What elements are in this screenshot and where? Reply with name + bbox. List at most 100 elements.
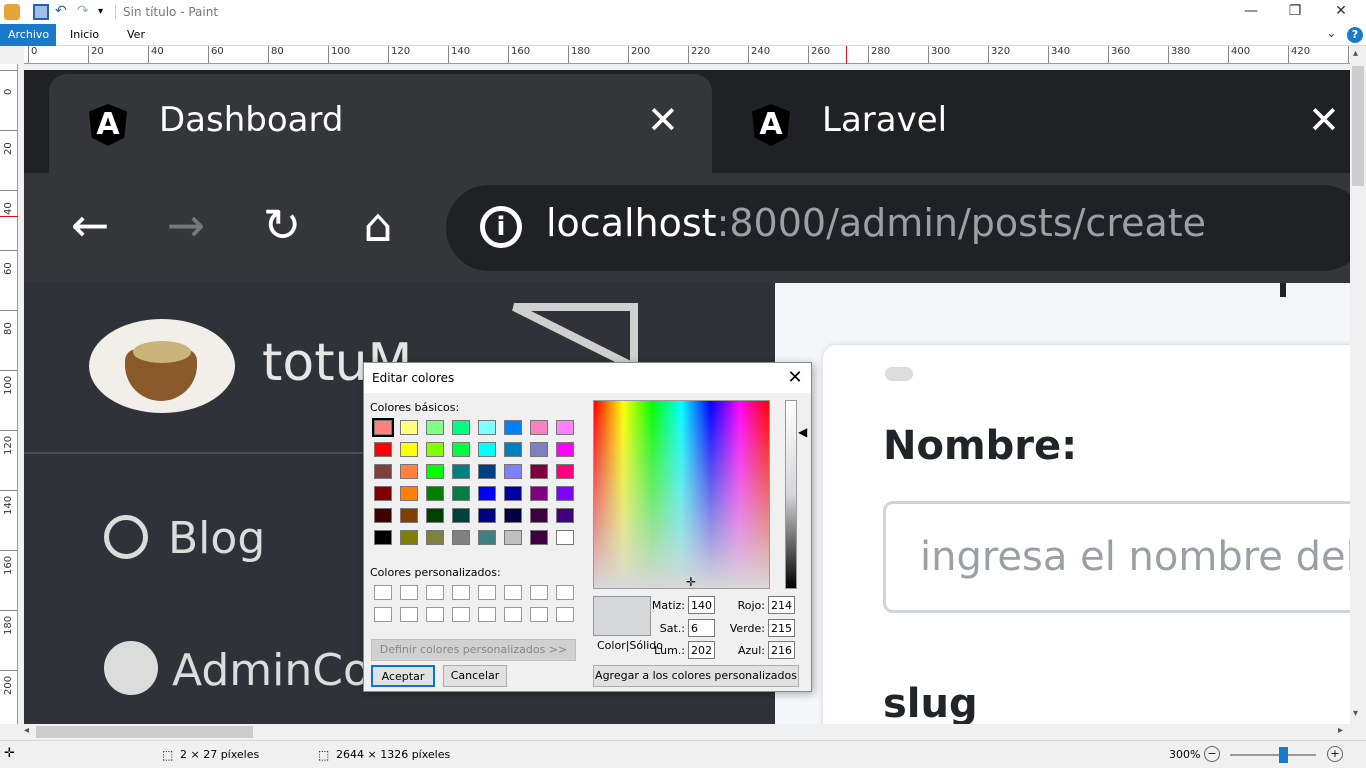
basic-color-swatch[interactable] — [530, 464, 548, 479]
basic-color-swatch[interactable] — [556, 530, 574, 545]
basic-color-swatch[interactable] — [504, 420, 522, 435]
basic-color-swatch[interactable] — [504, 442, 522, 457]
basic-color-swatch[interactable] — [400, 530, 418, 545]
maximize-button[interactable]: ❐ — [1272, 0, 1318, 24]
address-bar[interactable]: i localhost:8000/admin/posts/create — [446, 185, 1350, 271]
basic-color-swatch[interactable] — [400, 442, 418, 457]
define-custom-colors-button[interactable]: Definir colores personalizados >> — [371, 639, 576, 661]
zoom-in-button[interactable]: + — [1327, 746, 1343, 762]
custom-color-slot[interactable] — [530, 607, 548, 622]
horizontal-scrollbar[interactable]: ◂ ▸ — [24, 724, 1350, 740]
basic-color-swatch[interactable] — [452, 442, 470, 457]
horizontal-scroll-thumb[interactable] — [36, 726, 253, 738]
basic-color-swatch[interactable] — [374, 442, 392, 457]
basic-color-swatch[interactable] — [530, 442, 548, 457]
accept-button[interactable]: Aceptar — [371, 665, 435, 687]
basic-color-swatch[interactable] — [374, 486, 392, 501]
tab-archivo[interactable]: Archivo — [0, 24, 56, 46]
vertical-scrollbar[interactable]: ▴ ▾ — [1350, 46, 1366, 724]
basic-color-swatch[interactable] — [426, 508, 444, 523]
zoom-slider-track[interactable] — [1230, 754, 1316, 756]
customize-quick-access-icon[interactable]: ▾ — [98, 4, 114, 20]
add-custom-color-button[interactable]: Agregar a los colores personalizados — [593, 665, 799, 687]
scroll-up-icon[interactable]: ▴ — [1353, 48, 1358, 59]
green-input[interactable]: 215 — [768, 619, 795, 637]
custom-color-slot[interactable] — [556, 607, 574, 622]
basic-color-swatch[interactable] — [478, 464, 496, 479]
close-tab-icon[interactable]: ✕ — [647, 98, 679, 142]
basic-color-swatch[interactable] — [426, 486, 444, 501]
hue-input[interactable]: 140 — [688, 596, 715, 614]
basic-color-swatch[interactable] — [374, 508, 392, 523]
collapse-ribbon-icon[interactable]: ⌄ — [1326, 26, 1337, 41]
basic-color-swatch[interactable] — [452, 508, 470, 523]
scroll-left-icon[interactable]: ◂ — [24, 725, 29, 736]
home-icon[interactable]: ⌂ — [348, 198, 408, 252]
color-spectrum[interactable]: ✛ — [593, 400, 770, 589]
blue-input[interactable]: 216 — [768, 641, 795, 659]
custom-color-slot[interactable] — [374, 585, 392, 600]
custom-color-slot[interactable] — [426, 585, 444, 600]
custom-color-slot[interactable] — [400, 607, 418, 622]
basic-color-swatch[interactable] — [504, 508, 522, 523]
custom-color-slot[interactable] — [504, 585, 522, 600]
basic-color-swatch[interactable] — [530, 420, 548, 435]
cancel-button[interactable]: Cancelar — [443, 665, 507, 687]
close-tab-icon[interactable]: ✕ — [1308, 98, 1340, 142]
vertical-scroll-thumb[interactable] — [1352, 66, 1364, 186]
basic-color-swatch[interactable] — [478, 530, 496, 545]
basic-color-swatch[interactable] — [374, 464, 392, 479]
basic-color-swatch[interactable] — [478, 508, 496, 523]
redo-icon[interactable]: ↷ — [77, 4, 93, 20]
basic-color-swatch[interactable] — [452, 464, 470, 479]
basic-color-swatch[interactable] — [478, 420, 496, 435]
custom-color-slot[interactable] — [426, 607, 444, 622]
basic-color-swatch[interactable] — [452, 530, 470, 545]
back-icon[interactable]: ← — [60, 198, 120, 252]
minimize-button[interactable]: — — [1228, 0, 1274, 24]
basic-color-swatch[interactable] — [504, 530, 522, 545]
basic-color-swatch[interactable] — [504, 464, 522, 479]
basic-color-swatch[interactable] — [426, 420, 444, 435]
lum-input[interactable]: 202 — [688, 641, 715, 659]
custom-color-slot[interactable] — [400, 585, 418, 600]
sat-input[interactable]: 6 — [688, 619, 715, 637]
basic-color-swatch[interactable] — [504, 486, 522, 501]
basic-color-swatch[interactable] — [452, 420, 470, 435]
basic-color-swatch[interactable] — [426, 442, 444, 457]
zoom-slider-thumb[interactable] — [1279, 747, 1288, 763]
basic-color-swatch[interactable] — [400, 508, 418, 523]
basic-color-swatch[interactable] — [400, 486, 418, 501]
luminosity-slider[interactable] — [785, 400, 797, 589]
help-icon[interactable]: ? — [1347, 27, 1363, 43]
forward-icon[interactable]: → — [156, 198, 216, 252]
custom-color-slot[interactable] — [530, 585, 548, 600]
basic-color-swatch[interactable] — [556, 508, 574, 523]
custom-color-slot[interactable] — [452, 607, 470, 622]
basic-color-swatch[interactable] — [530, 486, 548, 501]
basic-color-swatch[interactable] — [426, 464, 444, 479]
custom-color-slot[interactable] — [504, 607, 522, 622]
basic-color-swatch[interactable] — [556, 420, 574, 435]
basic-color-swatch[interactable] — [530, 530, 548, 545]
luminosity-arrow-icon[interactable]: ◀ — [798, 425, 807, 439]
basic-color-swatch[interactable] — [478, 486, 496, 501]
dialog-close-button[interactable]: ✕ — [784, 367, 806, 388]
custom-color-slot[interactable] — [452, 585, 470, 600]
reload-icon[interactable]: ↻ — [252, 198, 312, 252]
basic-color-swatch[interactable] — [556, 464, 574, 479]
scroll-right-icon[interactable]: ▸ — [1338, 725, 1343, 736]
zoom-out-button[interactable]: − — [1204, 746, 1220, 762]
basic-color-swatch[interactable] — [556, 486, 574, 501]
basic-color-swatch[interactable] — [374, 530, 392, 545]
custom-color-slot[interactable] — [478, 607, 496, 622]
close-button[interactable]: ✕ — [1318, 0, 1364, 24]
custom-color-slot[interactable] — [556, 585, 574, 600]
basic-color-swatch[interactable] — [426, 530, 444, 545]
nombre-input[interactable]: ingresa el nombre del — [883, 501, 1350, 613]
tab-inicio[interactable]: Inicio — [62, 24, 107, 46]
basic-color-swatch[interactable] — [400, 464, 418, 479]
tab-ver[interactable]: Ver — [119, 24, 153, 46]
browser-tab-laravel[interactable]: A Laravel ✕ — [712, 74, 1350, 173]
scroll-down-icon[interactable]: ▾ — [1353, 708, 1358, 719]
